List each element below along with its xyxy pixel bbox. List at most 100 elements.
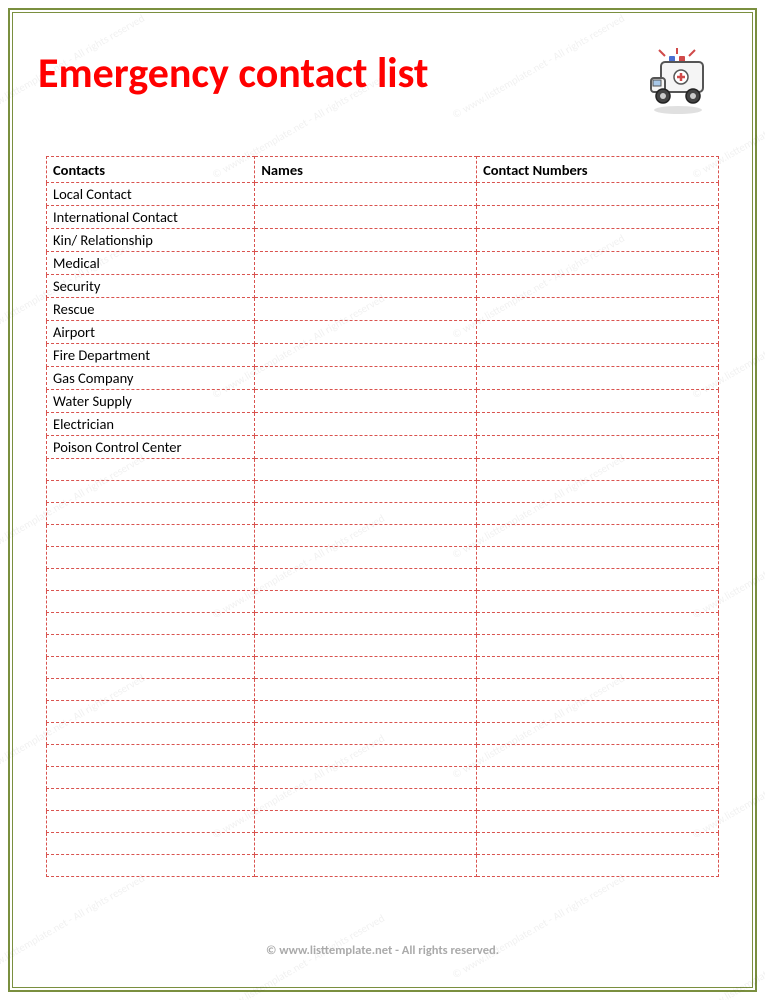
cell-contact [47, 547, 255, 569]
table-row: Water Supply [47, 390, 719, 413]
cell-contact [47, 833, 255, 855]
cell-name [255, 833, 477, 855]
cell-contact [47, 811, 255, 833]
table-row [47, 569, 719, 591]
cell-number [477, 679, 719, 701]
cell-contact [47, 855, 255, 877]
cell-number [477, 413, 719, 436]
table-row: Kin/ Relationship [47, 229, 719, 252]
table-row [47, 811, 719, 833]
cell-contact: Security [47, 275, 255, 298]
cell-number [477, 591, 719, 613]
cell-name [255, 745, 477, 767]
table-row [47, 503, 719, 525]
table-row: Rescue [47, 298, 719, 321]
cell-number [477, 344, 719, 367]
cell-name [255, 390, 477, 413]
cell-name [255, 459, 477, 481]
table-row [47, 745, 719, 767]
cell-contact [47, 745, 255, 767]
table-row: Gas Company [47, 367, 719, 390]
cell-number [477, 701, 719, 723]
header: Emergency contact list [38, 48, 727, 118]
cell-number [477, 321, 719, 344]
table-row [47, 723, 719, 745]
cell-contact: Gas Company [47, 367, 255, 390]
table-row: Local Contact [47, 183, 719, 206]
cell-number [477, 183, 719, 206]
cell-number [477, 723, 719, 745]
cell-contact [47, 569, 255, 591]
cell-contact: Airport [47, 321, 255, 344]
cell-name [255, 613, 477, 635]
cell-name [255, 767, 477, 789]
cell-number [477, 436, 719, 459]
table-row [47, 767, 719, 789]
cell-name [255, 503, 477, 525]
table-row [47, 613, 719, 635]
table-row: Medical [47, 252, 719, 275]
footer-text: © www.listtemplate.net - All rights rese… [20, 943, 745, 958]
table-row [47, 789, 719, 811]
table-row: Security [47, 275, 719, 298]
cell-number [477, 275, 719, 298]
cell-name [255, 811, 477, 833]
cell-name [255, 723, 477, 745]
contact-table: Contacts Names Contact Numbers Local Con… [46, 156, 719, 877]
cell-contact: Electrician [47, 413, 255, 436]
table-row [47, 657, 719, 679]
table-row [47, 635, 719, 657]
cell-name [255, 855, 477, 877]
cell-number [477, 298, 719, 321]
table-row [47, 459, 719, 481]
table-row [47, 525, 719, 547]
cell-number [477, 789, 719, 811]
cell-number [477, 503, 719, 525]
cell-contact: Water Supply [47, 390, 255, 413]
cell-name [255, 413, 477, 436]
cell-number [477, 229, 719, 252]
table-row [47, 833, 719, 855]
table-row: Poison Control Center [47, 436, 719, 459]
cell-number [477, 481, 719, 503]
table-row: International Contact [47, 206, 719, 229]
column-header-contacts: Contacts [47, 157, 255, 183]
table-header-row: Contacts Names Contact Numbers [47, 157, 719, 183]
cell-number [477, 657, 719, 679]
cell-contact: Kin/ Relationship [47, 229, 255, 252]
cell-number [477, 206, 719, 229]
cell-number [477, 745, 719, 767]
cell-number [477, 833, 719, 855]
cell-name [255, 569, 477, 591]
cell-number [477, 811, 719, 833]
cell-name [255, 367, 477, 390]
cell-number [477, 367, 719, 390]
cell-name [255, 344, 477, 367]
page-title: Emergency contact list [38, 48, 428, 99]
table-row: Electrician [47, 413, 719, 436]
cell-contact [47, 723, 255, 745]
cell-contact [47, 481, 255, 503]
cell-name [255, 252, 477, 275]
cell-contact [47, 459, 255, 481]
cell-name [255, 789, 477, 811]
cell-number [477, 390, 719, 413]
ambulance-icon [641, 48, 719, 118]
cell-name [255, 183, 477, 206]
cell-name [255, 298, 477, 321]
cell-name [255, 321, 477, 344]
cell-contact: Local Contact [47, 183, 255, 206]
document-page: Emergency contact list [20, 20, 745, 980]
cell-name [255, 547, 477, 569]
cell-contact [47, 613, 255, 635]
cell-name [255, 206, 477, 229]
cell-contact [47, 525, 255, 547]
cell-contact [47, 701, 255, 723]
cell-contact [47, 679, 255, 701]
table-row [47, 481, 719, 503]
table-row [47, 701, 719, 723]
cell-name [255, 481, 477, 503]
cell-name [255, 275, 477, 298]
cell-number [477, 252, 719, 275]
cell-contact: Medical [47, 252, 255, 275]
